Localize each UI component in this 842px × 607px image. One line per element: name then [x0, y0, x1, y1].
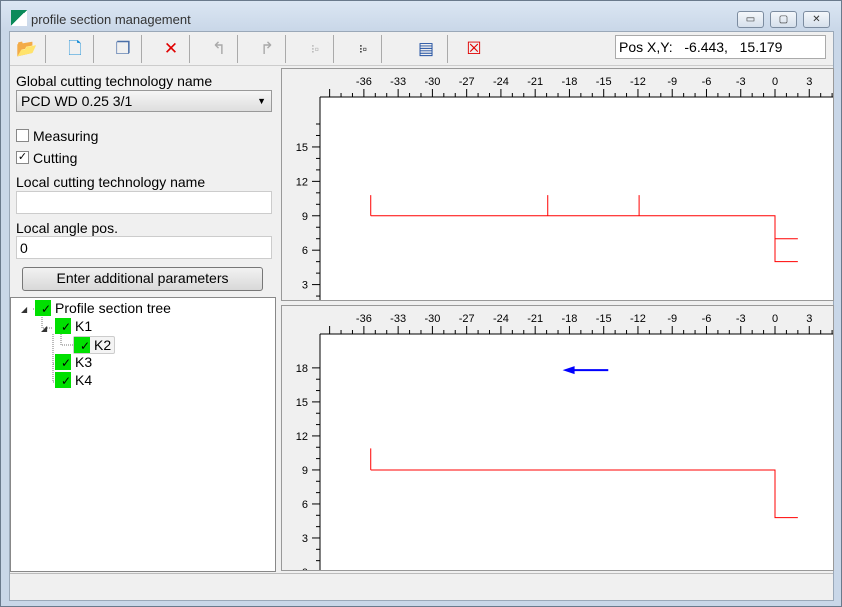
x-tick-label: -12 — [630, 76, 646, 88]
local-tech-input[interactable] — [16, 191, 272, 214]
x-tick-label: -6 — [702, 313, 712, 325]
x-tick-label: -15 — [596, 76, 612, 88]
x-tick-label: 0 — [772, 76, 778, 88]
x-tick-label: -9 — [667, 76, 677, 88]
y-tick-label: 6 — [302, 499, 308, 511]
check-icon[interactable]: ✓ — [74, 337, 90, 353]
profile-line — [370, 215, 798, 263]
open-folder-icon[interactable]: 📂 — [15, 37, 39, 61]
copy-icon[interactable]: ❐ — [111, 37, 135, 61]
tree-item-k4[interactable]: ✓ K4 — [55, 372, 92, 388]
x-tick-label: -24 — [493, 76, 509, 88]
cutting-checkbox[interactable]: ✓ — [16, 151, 29, 164]
additional-parameters-button[interactable]: Enter additional parameters — [22, 267, 263, 291]
y-tick-label: 18 — [296, 363, 308, 375]
angle-input[interactable]: 0 — [16, 236, 272, 259]
window-title: profile section management — [31, 12, 191, 27]
global-tech-label: Global cutting technology name — [16, 73, 213, 89]
tree-item-k3[interactable]: ✓ K3 — [55, 354, 92, 370]
client-area: 📂 🗋 ❐ ✕ ↰ ↱ ⁝▫ ⁝▫ ▤ ☒ Pos X,Y: -6.443, 1… — [9, 31, 834, 601]
profile-chart-top[interactable]: -36-33-30-27-24-21-18-15-12-9-6-30303691… — [281, 68, 834, 301]
x-tick-label: -30 — [424, 76, 440, 88]
tree-icon[interactable]: ⁝▫ — [351, 37, 375, 61]
position-readout: Pos X,Y: -6.443, 15.179 — [615, 35, 826, 59]
tree-item-k1[interactable]: ✓ K1 — [55, 318, 92, 334]
check-icon[interactable]: ✓ — [35, 300, 51, 316]
x-tick-label: -33 — [390, 313, 406, 325]
left-panel: Global cutting technology name PCD WD 0.… — [10, 67, 276, 572]
local-tech-label: Local cutting technology name — [16, 174, 206, 190]
tree-item-label: K4 — [75, 372, 93, 388]
arrow-head-icon — [562, 366, 575, 375]
x-tick-label: -9 — [667, 313, 677, 325]
y-tick-label: 12 — [296, 431, 308, 443]
tree-item-label: K2 — [94, 337, 112, 353]
move-down-icon[interactable]: ↱ — [255, 37, 279, 61]
app-logo-icon — [11, 10, 27, 26]
chevron-down-icon: ▼ — [257, 96, 266, 106]
x-tick-label: -21 — [527, 76, 543, 88]
y-tick-label: 15 — [296, 142, 308, 154]
profile-chart-bottom[interactable]: -36-33-30-27-24-21-18-15-12-9-6-30303691… — [281, 305, 834, 571]
tree-item-label: K3 — [75, 354, 93, 370]
profile-line — [370, 469, 798, 519]
restore-button[interactable]: ▢ — [770, 11, 797, 28]
collapse-icon[interactable]: ◢ — [21, 305, 27, 314]
x-tick-label: -30 — [424, 313, 440, 325]
x-tick-label: -18 — [561, 313, 577, 325]
tree-item-label: K1 — [75, 318, 93, 334]
check-icon[interactable]: ✓ — [55, 354, 71, 370]
minimize-button[interactable]: ▭ — [737, 11, 764, 28]
x-tick-label: -27 — [459, 76, 475, 88]
collapse-icon[interactable]: ◢ — [41, 324, 47, 333]
x-tick-label: -27 — [459, 313, 475, 325]
x-tick-label: -33 — [390, 76, 406, 88]
x-tick-label: 3 — [806, 313, 812, 325]
x-tick-label: -3 — [736, 76, 746, 88]
x-tick-label: -15 — [596, 313, 612, 325]
tree-root-label: Profile section tree — [55, 300, 171, 316]
check-icon[interactable]: ✓ — [55, 318, 71, 334]
check-icon[interactable]: ✓ — [55, 372, 71, 388]
tree-disabled-icon[interactable]: ⁝▫ — [303, 37, 327, 61]
move-up-icon[interactable]: ↰ — [207, 37, 231, 61]
save-icon[interactable]: ▤ — [414, 37, 438, 61]
x-tick-label: 0 — [772, 313, 778, 325]
status-bar — [10, 573, 833, 600]
angle-label: Local angle pos. — [16, 220, 118, 236]
x-tick-label: -24 — [493, 313, 509, 325]
y-tick-label: 15 — [296, 397, 308, 409]
y-tick-label: 9 — [302, 211, 308, 223]
x-tick-label: -36 — [356, 76, 372, 88]
x-tick-label: -36 — [356, 313, 372, 325]
y-tick-label: 0 — [302, 567, 308, 571]
x-tick-label: -12 — [630, 313, 646, 325]
discard-icon[interactable]: ☒ — [462, 37, 486, 61]
y-axis-ruler — [282, 97, 320, 300]
tree-root[interactable]: ✓ Profile section tree — [35, 300, 171, 316]
tree-item-k2[interactable]: ✓ K2 — [73, 336, 116, 354]
global-tech-select[interactable]: PCD WD 0.25 3/1 ▼ — [16, 90, 272, 112]
window: profile section management ▭ ▢ ✕ 📂 🗋 ❐ ✕… — [0, 0, 842, 607]
y-tick-label: 6 — [302, 245, 308, 257]
delete-icon[interactable]: ✕ — [159, 37, 183, 61]
cutting-label: Cutting — [33, 150, 78, 166]
measuring-checkbox[interactable] — [16, 129, 29, 142]
x-tick-label: -21 — [527, 313, 543, 325]
y-tick-label: 3 — [302, 280, 308, 292]
x-tick-label: 3 — [806, 76, 812, 88]
x-tick-label: -18 — [561, 76, 577, 88]
close-button[interactable]: ✕ — [803, 11, 830, 28]
measuring-label: Measuring — [33, 128, 99, 144]
y-tick-label: 3 — [302, 533, 308, 545]
x-tick-label: -6 — [702, 76, 712, 88]
y-tick-label: 9 — [302, 465, 308, 477]
profile-section-tree: ◢ ✓ Profile section tree ◢ ✓ K1 ✓ K2 ✓ K3 ✓ K… — [10, 297, 276, 572]
global-tech-value: PCD WD 0.25 3/1 — [21, 93, 133, 109]
x-tick-label: -3 — [736, 313, 746, 325]
y-tick-label: 12 — [296, 176, 308, 188]
toolbar: 📂 🗋 ❐ ✕ ↰ ↱ ⁝▫ ⁝▫ ▤ ☒ Pos X,Y: -6.443, 1… — [10, 32, 833, 66]
new-file-icon[interactable]: 🗋 — [63, 37, 87, 61]
